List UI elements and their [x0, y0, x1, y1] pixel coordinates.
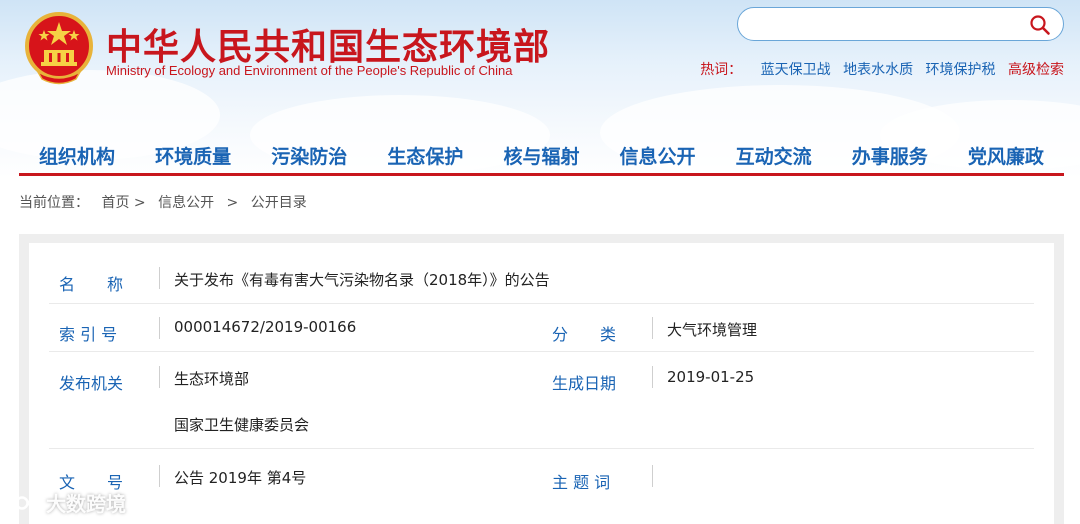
document-info-panel: 名 称 关于发布《有毒有害大气污染物名录（2018年）》的公告 索 引 号 00… — [19, 234, 1064, 524]
watermark-text: 大数跨境 — [46, 492, 126, 516]
breadcrumb-prefix: 当前位置： — [19, 195, 89, 211]
info-row-issuer: 发布机关 生态环境部 国家卫生健康委员会 生成日期 2019-01-25 — [49, 352, 1034, 449]
hotwords-label: 热词： — [700, 62, 743, 78]
site-subtitle: Ministry of Ecology and Environment of t… — [106, 63, 513, 78]
main-nav: 组织机构 环境质量 污染防治 生态保护 核与辐射 信息公开 互动交流 办事服务 … — [19, 142, 1064, 176]
divider — [159, 465, 160, 487]
site-header: 中华人民共和国生态环境部 Ministry of Ecology and Env… — [0, 0, 1080, 178]
date-label: 生成日期 — [552, 374, 617, 393]
nav-item-interaction[interactable]: 互动交流 — [736, 142, 812, 173]
name-value: 关于发布《有毒有害大气污染物名录（2018年）》的公告 — [174, 271, 550, 289]
national-emblem-icon[interactable] — [24, 12, 94, 86]
breadcrumb: 当前位置： 首页 > 信息公开 > 公开目录 — [19, 192, 315, 212]
nav-item-party-conduct[interactable]: 党风廉政 — [968, 142, 1044, 173]
breadcrumb-info-disclosure[interactable]: 信息公开 — [158, 195, 214, 211]
hotword-link[interactable]: 蓝天保卫战 — [761, 62, 831, 78]
info-row-index: 索 引 号 000014672/2019-00166 分 类 大气环境管理 — [49, 304, 1034, 352]
issuer-value: 国家卫生健康委员会 — [174, 416, 310, 434]
issuer-label: 发布机关 — [59, 374, 124, 393]
docno-value: 公告 2019年 第4号 — [174, 469, 307, 487]
index-label: 索 引 号 — [59, 325, 118, 344]
search-icon[interactable] — [1029, 14, 1051, 36]
breadcrumb-home[interactable]: 首页 > — [101, 195, 145, 211]
search-box — [737, 7, 1064, 41]
subject-label: 主 题 词 — [552, 473, 611, 492]
watermark: 大数跨境 — [6, 488, 126, 517]
category-value: 大气环境管理 — [667, 321, 758, 339]
divider — [159, 317, 160, 339]
hotwords-bar: 热词： 蓝天保卫战 地表水水质 环境保护税 高级检索 — [700, 59, 1064, 79]
nav-item-pollution-control[interactable]: 污染防治 — [271, 142, 347, 173]
watermark-logo-icon — [8, 494, 42, 511]
nav-item-services[interactable]: 办事服务 — [852, 142, 928, 173]
nav-item-environment-quality[interactable]: 环境质量 — [155, 142, 231, 173]
nav-item-information-disclosure[interactable]: 信息公开 — [620, 142, 696, 173]
hotword-link[interactable]: 地表水水质 — [843, 62, 913, 78]
nav-item-nuclear-radiation[interactable]: 核与辐射 — [503, 142, 579, 173]
breadcrumb-separator: > — [226, 195, 239, 211]
divider — [652, 465, 653, 487]
nav-item-ecology-protection[interactable]: 生态保护 — [387, 142, 463, 173]
divider — [159, 366, 160, 388]
index-value: 000014672/2019-00166 — [174, 318, 357, 336]
breadcrumb-catalog[interactable]: 公开目录 — [251, 195, 307, 211]
divider — [652, 317, 653, 339]
document-info-card: 名 称 关于发布《有毒有害大气污染物名录（2018年）》的公告 索 引 号 00… — [29, 243, 1054, 524]
info-row-name: 名 称 关于发布《有毒有害大气污染物名录（2018年）》的公告 — [49, 243, 1034, 304]
date-value: 2019-01-25 — [667, 368, 755, 386]
name-label: 名 称 — [59, 275, 124, 294]
divider — [652, 366, 653, 388]
search-input[interactable] — [752, 13, 1022, 35]
info-row-docno: 文 号 公告 2019年 第4号 主 题 词 — [49, 449, 1034, 509]
advanced-search-link[interactable]: 高级检索 — [1008, 62, 1064, 78]
divider — [159, 267, 160, 289]
category-label: 分 类 — [552, 325, 617, 344]
hotword-link[interactable]: 环境保护税 — [926, 62, 996, 78]
nav-item-organization[interactable]: 组织机构 — [39, 142, 115, 173]
issuer-value: 生态环境部 — [174, 370, 250, 388]
